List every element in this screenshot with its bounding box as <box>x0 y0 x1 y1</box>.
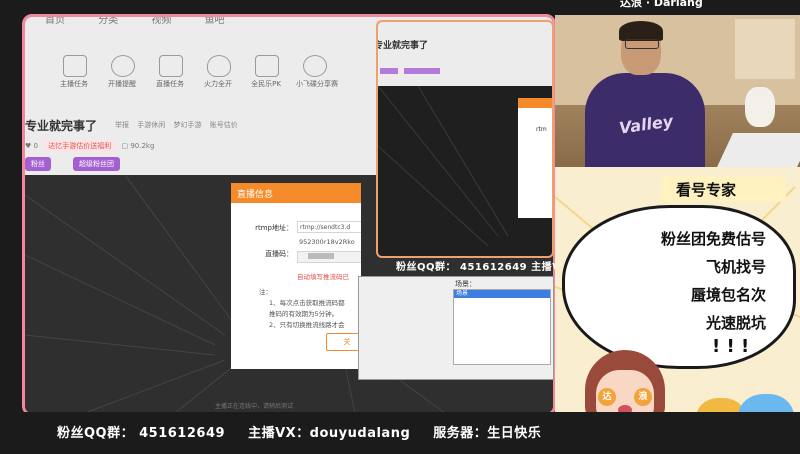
room-meta: ♥ 0 达忆手游估价送福利 ▢ 90.2kg <box>25 140 154 152</box>
tab-home[interactable]: 首页 <box>45 17 65 26</box>
nav-tabs: 首页 分类 视频 鱼吧 <box>45 17 255 26</box>
tab-category[interactable]: 分类 <box>98 17 118 26</box>
close-dialog-button[interactable]: 关 <box>326 333 361 351</box>
glasses <box>625 39 659 49</box>
pk-icon[interactable] <box>255 55 279 77</box>
room-tags: 举报 手游休闲 梦幻手游 账号估价 <box>115 120 244 130</box>
promo-line-2: 飞机找号 <box>705 258 766 276</box>
chibi-badge-left: 达 <box>598 388 616 406</box>
right-room-title: 专业就完事了 <box>376 41 429 51</box>
note-1: 1、每次点击获取推流码都 <box>269 299 345 307</box>
promo-title: 看号专家 <box>676 181 737 199</box>
rtmp-field[interactable]: rtmp://sendtc3.d <box>297 221 361 233</box>
webcam-feed: Valley <box>555 15 800 167</box>
right-mini-label: rtm <box>536 126 547 133</box>
room-title: 专业就完事了 <box>25 119 98 133</box>
scene-label: 场景： <box>455 280 476 288</box>
heart-icon: ♥ <box>25 142 32 150</box>
task-icon[interactable] <box>63 55 87 77</box>
dialog-header: 直播信息 <box>231 183 361 203</box>
stream-code-label: 直播码： <box>265 250 293 258</box>
note-2: 2、只有切换推流线路才会 <box>269 321 345 329</box>
meta-weight: 90.2kg <box>130 142 155 150</box>
tag-mobile[interactable]: 手游休闲 <box>137 121 165 129</box>
meta-count: 0 <box>33 142 38 150</box>
right-capture-window: 专业就完事了 rtm <box>376 20 554 258</box>
weight-icon: ▢ <box>121 142 129 150</box>
right-mini-header <box>518 98 552 108</box>
fire-icon[interactable] <box>207 55 231 77</box>
promo-chip[interactable]: 达忆手游估价送福利 <box>44 140 116 152</box>
report-link[interactable]: 举报 <box>115 121 129 129</box>
streamer-hair <box>619 21 663 41</box>
plush-toy <box>745 87 775 127</box>
scene-item-selected[interactable]: 场景 <box>454 290 550 298</box>
promo-line-3: 蜃境包名次 <box>690 286 766 304</box>
stream-code-field[interactable] <box>297 251 361 263</box>
note-heading: 注： <box>259 288 272 296</box>
scene-list[interactable]: 场景 <box>453 289 551 365</box>
dialog-title: 直播信息 <box>237 190 274 200</box>
bottom-info-text: 粉丝QQ群： 451612649 主播VX：douyudalang 服务器：生日… <box>57 422 559 441</box>
streamer-name-overlay: 达浪 · Darlang <box>620 0 703 9</box>
tag-account[interactable]: 账号估价 <box>210 121 238 129</box>
tab-forum[interactable]: 鱼吧 <box>205 17 225 26</box>
qq-group-overlay: 粉丝QQ群： 451612649 主播VX <box>396 262 569 273</box>
alarm-icon[interactable] <box>111 55 135 77</box>
note-1b: 推码的有效期为5分钟。 <box>269 310 339 318</box>
ad-icon[interactable] <box>159 55 183 77</box>
chibi-badge-right: 浪 <box>634 388 652 406</box>
promo-exclaim: ! ! ! <box>712 336 750 357</box>
tab-video[interactable]: 视频 <box>151 17 171 26</box>
super-fans-button[interactable]: 超级粉丝团 <box>73 157 120 171</box>
promo-line-1: 粉丝团免费估号 <box>660 230 766 248</box>
fans-button[interactable]: 粉丝 <box>25 157 51 171</box>
right-page-header: 专业就完事了 <box>378 22 552 86</box>
rtmp-label: rtmp地址： <box>255 224 293 232</box>
ufo-icon[interactable] <box>303 55 327 77</box>
right-super-chip[interactable] <box>404 68 440 74</box>
window-curtain <box>735 19 795 79</box>
right-fans-chip[interactable] <box>380 68 398 74</box>
server-name: 服务器：生日快乐 <box>433 426 542 441</box>
masked-code <box>308 253 334 259</box>
keyboard <box>717 133 800 167</box>
stream-info-dialog: 直播信息 rtmp地址： rtmp://sendtc3.d 952300r18v… <box>231 183 361 369</box>
connection-note: 主播正在连线中，请稍后测试 <box>215 403 294 410</box>
promo-line-4: 光速脱坑 <box>705 314 766 332</box>
grid-label-ufo: 小飞碟分享赛 <box>296 80 338 88</box>
streamer-vx: 主播VX：douyudalang <box>248 426 411 441</box>
tag-game[interactable]: 梦幻手游 <box>173 121 201 129</box>
auto-fill-hint: 自动填写推流码已 <box>297 273 349 281</box>
scene-panel: 场景： 场景 <box>358 276 554 380</box>
stream-code-value: 952300r18v2Rko <box>299 238 355 246</box>
right-mini-dialog: rtm <box>518 98 552 218</box>
fans-qq-group: 粉丝QQ群： 451612649 <box>57 426 226 441</box>
